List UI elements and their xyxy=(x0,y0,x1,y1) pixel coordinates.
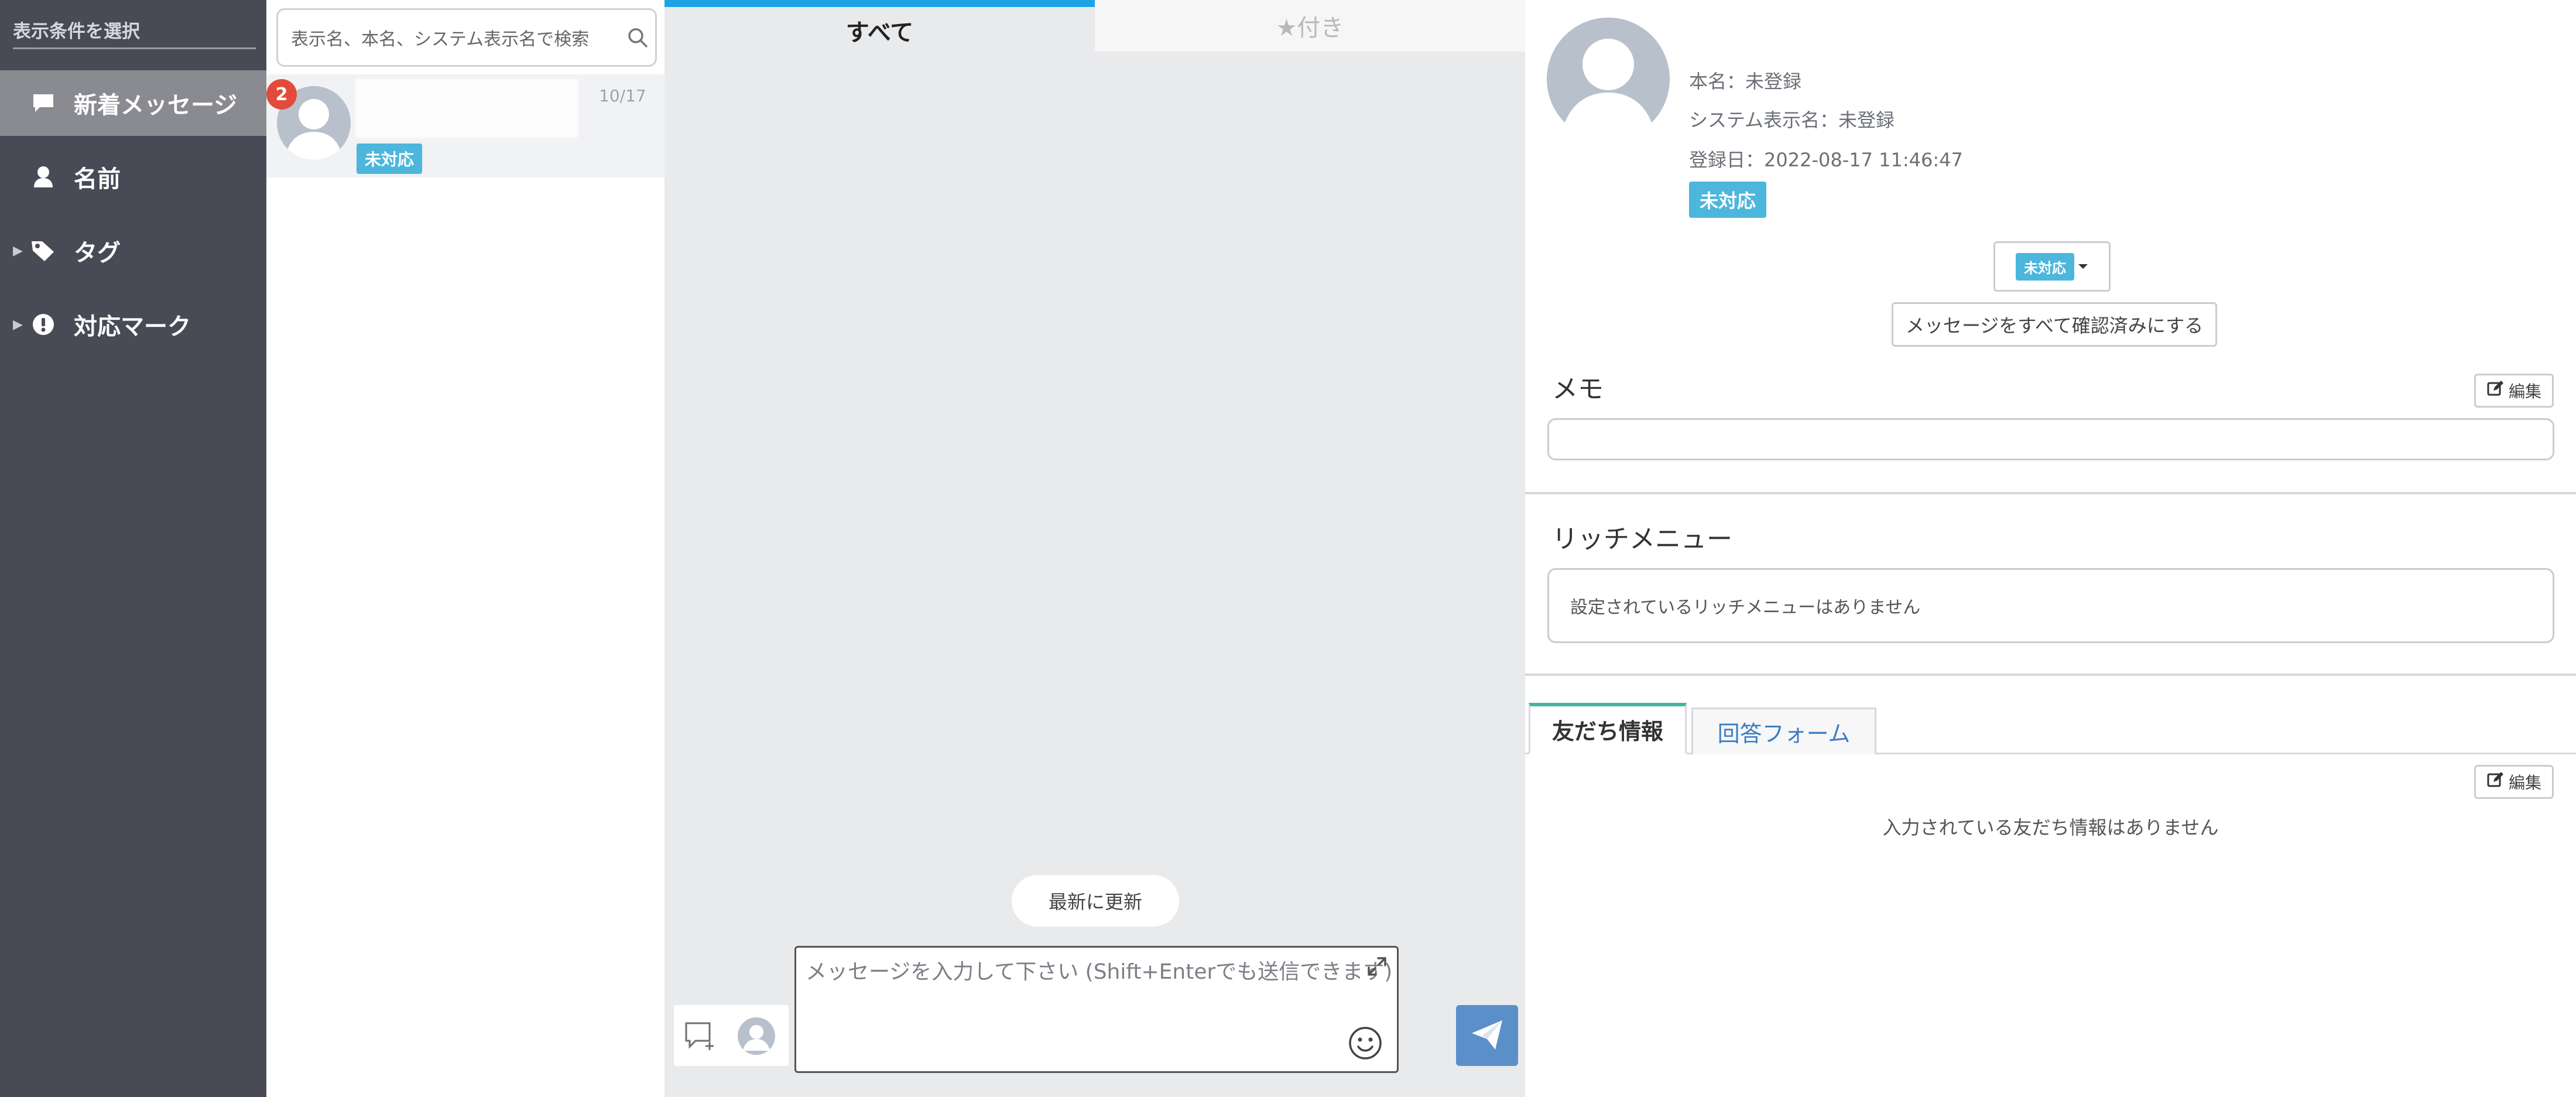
person-icon xyxy=(29,163,57,191)
search-placeholder: 表示名、本名、システム表示名で検索 xyxy=(291,29,590,50)
divider xyxy=(1525,674,2576,676)
unread-count-badge: 2 xyxy=(266,79,297,110)
tab-answer-form[interactable]: 回答フォーム xyxy=(1691,708,1876,754)
rich-menu-empty-text: 設定されているリッチメニューはありません xyxy=(1570,597,1921,618)
rich-menu-box: 設定されているリッチメニューはありません xyxy=(1547,568,2554,643)
sidebar-title: 表示条件を選択 xyxy=(13,16,256,49)
search-icon[interactable] xyxy=(620,27,655,48)
tab-friend-info[interactable]: 友だち情報 xyxy=(1529,703,1687,754)
sidebar-item-name[interactable]: 名前 xyxy=(0,144,266,210)
emoji-icon[interactable] xyxy=(1348,1026,1383,1063)
system-display-name: システム表示名：未登録 xyxy=(1689,109,1895,131)
search-input[interactable]: 表示名、本名、システム表示名で検索 xyxy=(276,8,657,67)
composer-tools xyxy=(674,1005,789,1066)
caret-down-icon xyxy=(2078,261,2088,272)
profile-panel: 本名：未登録 システム表示名：未登録 登録日：2022-08-17 11:46:… xyxy=(1525,0,2576,1097)
edit-label: 編集 xyxy=(2508,773,2541,792)
divider xyxy=(1525,492,2576,494)
add-comment-icon[interactable] xyxy=(681,1017,720,1055)
chat-panel: すべて ★付き 最新に更新 メッセージを入力して下さい (Shift+Enter… xyxy=(664,0,1525,1097)
profile-display-name xyxy=(1689,16,1923,52)
status-badge: 未対応 xyxy=(1689,182,1767,218)
status-dropdown[interactable]: 未対応 xyxy=(1993,241,2111,292)
chat-tabs: すべて ★付き xyxy=(664,0,1525,54)
sidebar-item-new-messages[interactable]: 新着メッセージ xyxy=(0,70,266,136)
tag-icon xyxy=(29,237,57,265)
dropdown-status-value: 未対応 xyxy=(2016,252,2074,281)
avatar xyxy=(1547,18,1670,141)
conversation-list-panel: 表示名、本名、システム表示名で検索 2 10/17 未対応 xyxy=(266,0,664,1097)
sidebar-item-label: 新着メッセージ xyxy=(74,92,238,119)
blurred-name-area xyxy=(355,79,578,138)
chat-bubble-icon xyxy=(29,89,57,117)
conversation-list-item[interactable]: 2 10/17 未対応 xyxy=(266,74,664,177)
send-button[interactable] xyxy=(1456,1005,1518,1066)
status-badge: 未対応 xyxy=(357,143,423,174)
expand-arrow-icon[interactable]: ▶ xyxy=(13,244,23,258)
sidebar-item-label: 対応マーク xyxy=(74,313,191,340)
friend-info-empty-text: 入力されている友だち情報はありません xyxy=(1882,816,2219,839)
mark-all-read-button[interactable]: メッセージをすべて確認済みにする xyxy=(1892,302,2217,347)
memo-edit-button[interactable]: 編集 xyxy=(2474,374,2554,408)
real-name: 本名：未登録 xyxy=(1689,70,1802,93)
paper-plane-icon xyxy=(1468,1016,1506,1055)
sidebar-item-label: 名前 xyxy=(74,166,121,193)
expand-arrow-icon[interactable]: ▶ xyxy=(13,317,23,332)
refresh-button[interactable]: 最新に更新 xyxy=(1012,875,1179,927)
rich-menu-heading: リッチメニュー xyxy=(1552,524,1732,554)
profile-tabs: 友だち情報 回答フォーム xyxy=(1525,703,2576,754)
registered-date: 登録日：2022-08-17 11:46:47 xyxy=(1689,149,1963,171)
edit-icon xyxy=(2486,771,2504,793)
conversation-date: 10/17 xyxy=(599,86,646,105)
message-placeholder: メッセージを入力して下さい (Shift+Enterでも送信できます) xyxy=(806,960,1393,984)
edit-icon xyxy=(2486,380,2504,402)
filter-sidebar: 表示条件を選択 新着メッセージ 名前 ▶ タグ ▶ 対応マーク xyxy=(0,0,266,1097)
memo-heading: メモ xyxy=(1552,374,1604,404)
sender-avatar-icon[interactable] xyxy=(737,1017,776,1055)
sidebar-item-label: タグ xyxy=(74,240,121,266)
friend-info-edit-button[interactable]: 編集 xyxy=(2474,765,2554,799)
sidebar-item-tag[interactable]: ▶ タグ xyxy=(0,218,266,283)
alert-circle-icon xyxy=(29,310,57,339)
expand-icon[interactable] xyxy=(1366,956,1388,979)
tab-starred[interactable]: ★付き xyxy=(1095,0,1525,52)
memo-field[interactable] xyxy=(1547,418,2554,460)
message-input[interactable]: メッセージを入力して下さい (Shift+Enterでも送信できます) xyxy=(794,946,1399,1073)
tab-all[interactable]: すべて xyxy=(664,0,1095,54)
sidebar-item-response-mark[interactable]: ▶ 対応マーク xyxy=(0,292,266,357)
edit-label: 編集 xyxy=(2508,382,2541,401)
